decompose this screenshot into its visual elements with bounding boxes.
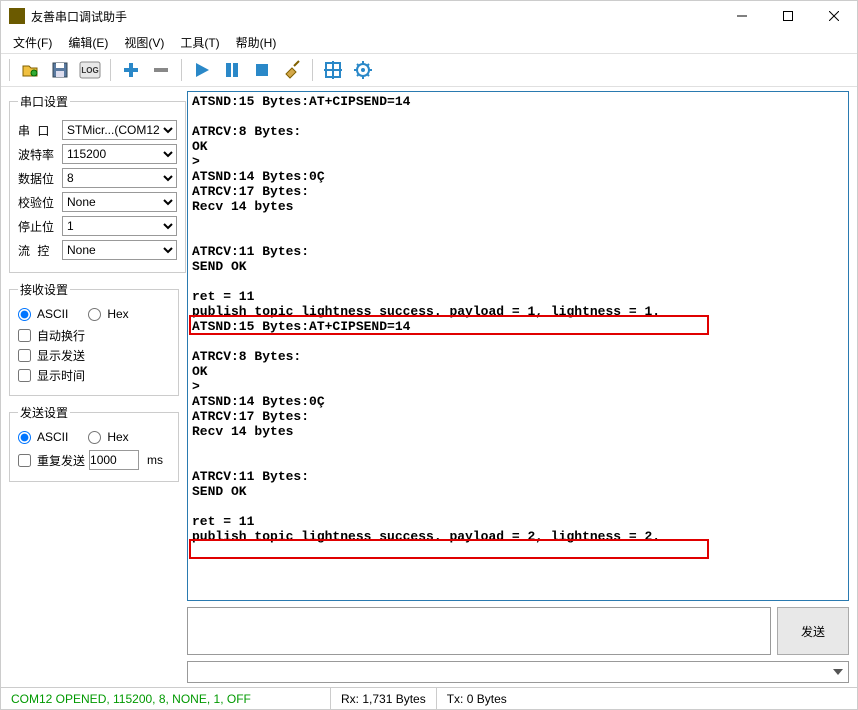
menubar: 文件(F) 编辑(E) 视图(V) 工具(T) 帮助(H) xyxy=(1,31,857,53)
svg-text:LOG: LOG xyxy=(81,66,98,75)
main-area: 串口设置 串 口 STMicr...(COM12 波特率 115200 数据位 … xyxy=(1,87,857,687)
toolbar: LOG xyxy=(1,53,857,87)
menu-file[interactable]: 文件(F) xyxy=(5,32,60,53)
window-title: 友善串口调试助手 xyxy=(31,8,719,25)
send-settings-legend: 发送设置 xyxy=(18,404,70,421)
port-select[interactable]: STMicr...(COM12 xyxy=(62,120,177,140)
stop-icon[interactable] xyxy=(248,56,276,84)
remove-icon[interactable] xyxy=(147,56,175,84)
sidebar: 串口设置 串 口 STMicr...(COM12 波特率 115200 数据位 … xyxy=(1,87,187,687)
menu-view[interactable]: 视图(V) xyxy=(116,32,172,53)
send-button[interactable]: 发送 xyxy=(777,607,849,655)
stopbits-label: 停止位 xyxy=(18,218,58,235)
menu-edit[interactable]: 编辑(E) xyxy=(60,32,116,53)
status-tx: Tx: 0 Bytes xyxy=(437,688,857,709)
auto-wrap-check[interactable]: 自动换行 xyxy=(18,327,170,344)
toolbar-separator xyxy=(110,59,111,81)
baud-select[interactable]: 115200 xyxy=(62,144,177,164)
databits-select[interactable]: 8 xyxy=(62,168,177,188)
history-combo-bar xyxy=(187,661,849,683)
send-hex-radio[interactable]: Hex xyxy=(88,430,128,444)
save-icon[interactable] xyxy=(46,56,74,84)
parity-select[interactable]: None xyxy=(62,192,177,212)
status-connection: COM12 OPENED, 115200, 8, NONE, 1, OFF xyxy=(1,688,331,709)
open-port-icon[interactable] xyxy=(16,56,44,84)
minimize-button[interactable] xyxy=(719,1,765,31)
port-label: 串 口 xyxy=(18,122,58,139)
repeat-send-check[interactable]: 重复发送 xyxy=(18,452,85,469)
toolbar-separator xyxy=(181,59,182,81)
play-icon[interactable] xyxy=(188,56,216,84)
send-settings-group: 发送设置 ASCII Hex 重复发送 ms xyxy=(9,404,179,482)
send-input[interactable] xyxy=(187,607,771,655)
console-output[interactable]: ATSND:15 Bytes:AT+CIPSEND=14 ATRCV:8 Byt… xyxy=(188,92,848,600)
send-ascii-radio[interactable]: ASCII xyxy=(18,430,68,444)
log-icon[interactable]: LOG xyxy=(76,56,104,84)
recv-hex-radio[interactable]: Hex xyxy=(88,307,128,321)
show-send-check[interactable]: 显示发送 xyxy=(18,347,170,364)
window-buttons xyxy=(719,1,857,31)
databits-label: 数据位 xyxy=(18,170,58,187)
close-button[interactable] xyxy=(811,1,857,31)
recv-ascii-radio[interactable]: ASCII xyxy=(18,307,68,321)
menu-tools[interactable]: 工具(T) xyxy=(172,32,227,53)
stopbits-select[interactable]: 1 xyxy=(62,216,177,236)
console-wrap: ATSND:15 Bytes:AT+CIPSEND=14 ATRCV:8 Byt… xyxy=(187,91,849,601)
show-time-check[interactable]: 显示时间 xyxy=(18,367,170,384)
pause-icon[interactable] xyxy=(218,56,246,84)
add-icon[interactable] xyxy=(117,56,145,84)
serial-settings-group: 串口设置 串 口 STMicr...(COM12 波特率 115200 数据位 … xyxy=(9,93,186,273)
content-area: ATSND:15 Bytes:AT+CIPSEND=14 ATRCV:8 Byt… xyxy=(187,87,857,687)
app-icon xyxy=(9,8,25,24)
toolbar-separator xyxy=(9,59,10,81)
recv-settings-group: 接收设置 ASCII Hex 自动换行 显示发送 显示时间 xyxy=(9,281,179,396)
history-combo[interactable] xyxy=(187,661,849,683)
baud-label: 波特率 xyxy=(18,146,58,163)
toolbar-separator xyxy=(312,59,313,81)
recv-settings-legend: 接收设置 xyxy=(18,281,70,298)
ms-unit-label: ms xyxy=(147,453,163,467)
settings-icon[interactable] xyxy=(349,56,377,84)
repeat-ms-input[interactable] xyxy=(89,450,139,470)
chevron-down-icon xyxy=(830,664,846,680)
send-area: 发送 xyxy=(187,607,849,655)
titlebar: 友善串口调试助手 xyxy=(1,1,857,31)
parity-label: 校验位 xyxy=(18,194,58,211)
flow-label: 流 控 xyxy=(18,242,58,259)
status-rx: Rx: 1,731 Bytes xyxy=(331,688,437,709)
clear-icon[interactable] xyxy=(278,56,306,84)
serial-settings-legend: 串口设置 xyxy=(18,93,70,110)
window-icon[interactable] xyxy=(319,56,347,84)
statusbar: COM12 OPENED, 115200, 8, NONE, 1, OFF Rx… xyxy=(1,687,857,709)
menu-help[interactable]: 帮助(H) xyxy=(228,32,285,53)
flow-select[interactable]: None xyxy=(62,240,177,260)
maximize-button[interactable] xyxy=(765,1,811,31)
